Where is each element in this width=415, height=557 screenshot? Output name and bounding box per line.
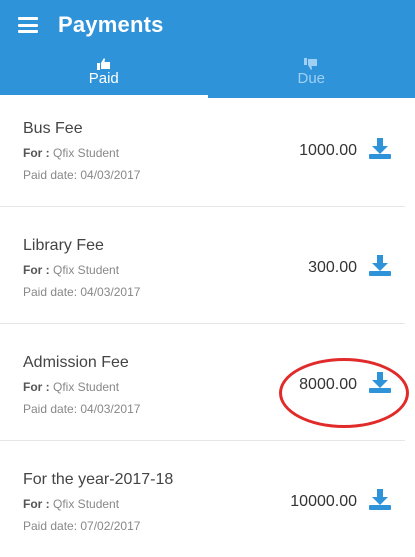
payment-for: For : Qfix Student: [23, 380, 119, 394]
paid-date: Paid date: 04/03/2017: [23, 285, 141, 299]
payment-amount: 1000.00: [299, 142, 357, 159]
for-value: Qfix Student: [53, 146, 120, 160]
payments-list: Bus Fee For : Qfix Student Paid date: 04…: [0, 98, 415, 557]
payment-for: For : Qfix Student: [23, 146, 119, 160]
list-item[interactable]: For the year-2017-18 For : Qfix Student …: [0, 449, 405, 557]
for-label: For :: [23, 380, 50, 394]
tab-due[interactable]: Due: [208, 50, 415, 98]
for-label: For :: [23, 497, 50, 511]
for-label: For :: [23, 263, 50, 277]
tab-paid-label: Paid: [88, 70, 119, 87]
highlight-circle: [279, 358, 409, 428]
for-value: Qfix Student: [53, 497, 120, 511]
for-value: Qfix Student: [53, 263, 120, 277]
tab-paid[interactable]: Paid: [0, 50, 208, 98]
payment-amount: 10000.00: [290, 493, 357, 510]
paid-date: Paid date: 04/03/2017: [23, 168, 141, 182]
payment-for: For : Qfix Student: [23, 263, 119, 277]
tab-due-label: Due: [297, 70, 326, 87]
payment-name: For the year-2017-18: [23, 471, 174, 488]
page-title: Payments: [58, 12, 164, 37]
for-value: Qfix Student: [53, 380, 120, 394]
thumbs-up-icon: [96, 58, 110, 70]
hamburger-menu-icon[interactable]: [18, 17, 38, 33]
download-icon[interactable]: [367, 255, 393, 277]
for-label: For :: [23, 146, 50, 160]
list-item[interactable]: Library Fee For : Qfix Student Paid date…: [0, 215, 405, 324]
payment-for: For : Qfix Student: [23, 497, 119, 511]
app-bar: Payments: [0, 0, 415, 50]
paid-date: Paid date: 04/03/2017: [23, 402, 141, 416]
thumbs-down-icon: [304, 58, 318, 70]
list-item[interactable]: Bus Fee For : Qfix Student Paid date: 04…: [0, 98, 405, 207]
payment-name: Admission Fee: [23, 354, 129, 371]
payment-amount: 300.00: [308, 259, 357, 276]
download-icon[interactable]: [367, 138, 393, 160]
payment-name: Bus Fee: [23, 120, 83, 137]
payment-name: Library Fee: [23, 237, 104, 254]
download-icon[interactable]: [367, 489, 393, 511]
tab-bar: Paid Due: [0, 50, 415, 98]
paid-date: Paid date: 07/02/2017: [23, 519, 141, 533]
